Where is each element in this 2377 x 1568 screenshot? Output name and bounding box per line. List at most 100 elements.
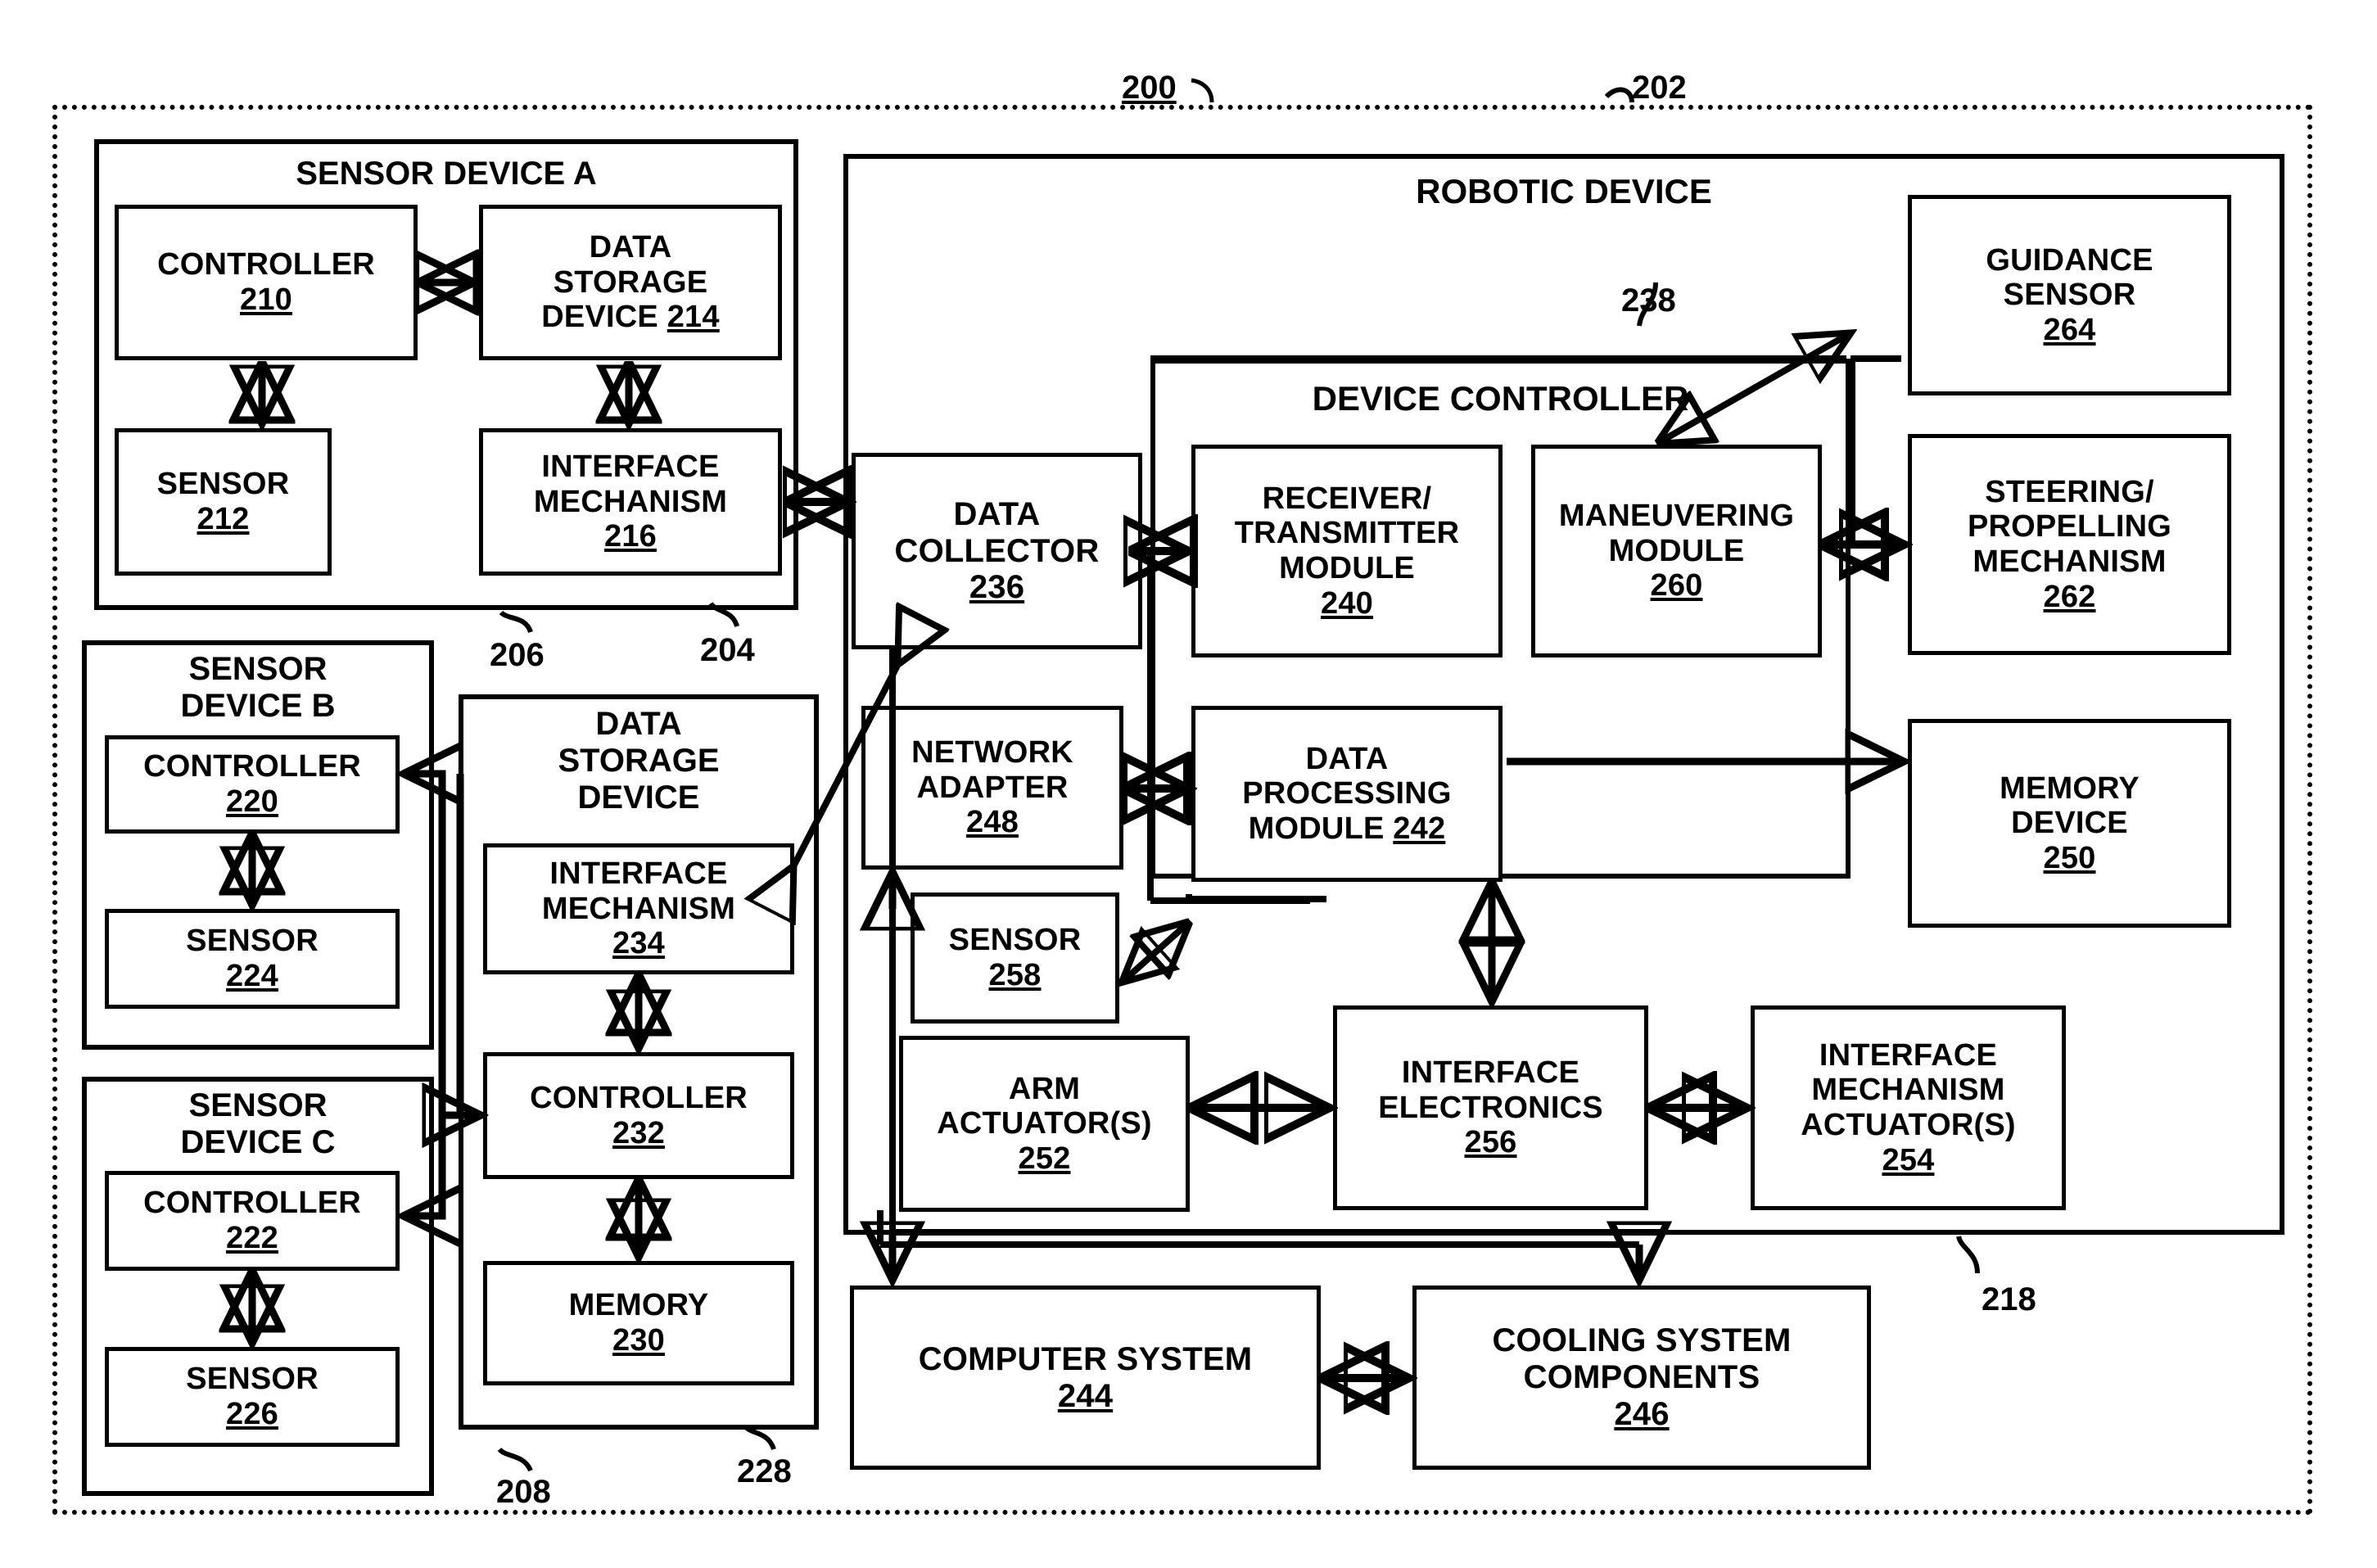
controller-222-label: CONTROLLER: [143, 1186, 361, 1221]
data-storage-device-title-line1: DATA: [595, 706, 682, 742]
maneuvering-260-line2: MODULE: [1608, 533, 1745, 568]
sensor-device-c-title-line1: SENSOR: [188, 1087, 328, 1123]
interface-mechanism-234-line1: INTERFACE: [549, 856, 728, 892]
maneuvering-260-line1: MANEUVERING: [1558, 499, 1795, 534]
dpm-242-line3: MODULE: [1248, 811, 1385, 846]
receiver-transmitter-module-240-box[interactable]: RECEIVER/ TRANSMITTER MODULE 240: [1191, 445, 1503, 657]
rx-tx-240-line3: MODULE: [1279, 551, 1415, 585]
interface-mechanism-216-box[interactable]: INTERFACE MECHANISM 216: [479, 428, 782, 576]
memory-230-label: MEMORY: [568, 1288, 709, 1323]
controller-220-ref: 220: [225, 784, 278, 819]
sensor-212-ref: 212: [197, 502, 250, 536]
arm-actuators-252-line1: ARM: [1008, 1071, 1081, 1106]
ref-218: 218: [1982, 1281, 2036, 1317]
memory-device-250-box[interactable]: MEMORY DEVICE 250: [1908, 719, 2231, 928]
sensor-224-label: SENSOR: [186, 924, 319, 959]
memory-device-250-line1: MEMORY: [2000, 770, 2140, 806]
ima-254-line3: ACTUATOR(S): [1801, 1108, 2016, 1142]
network-adapter-248-line1: NETWORK: [911, 735, 1073, 770]
dpm-242-line1: DATA: [1305, 741, 1389, 776]
computer-system-244-label: COMPUTER SYSTEM: [918, 1340, 1253, 1377]
arm-actuators-252-line2: ACTUATOR(S): [937, 1106, 1152, 1141]
sensor-258-box[interactable]: SENSOR 258: [911, 892, 1119, 1023]
guidance-sensor-264-line2: SENSOR: [2003, 278, 2136, 313]
arm-actuators-252-box[interactable]: ARM ACTUATOR(S) 252: [899, 1036, 1190, 1212]
ref-206: 206: [490, 637, 545, 673]
cooling-246-ref: 246: [1614, 1395, 1670, 1432]
data-collector-236-line1: DATA: [953, 495, 1041, 532]
interface-mechanism-234-ref: 234: [612, 926, 665, 961]
ref-208: 208: [496, 1474, 551, 1510]
controller-210-label: CONTROLLER: [157, 247, 375, 282]
data-storage-214-ref: 214: [667, 300, 720, 335]
controller-210-box[interactable]: CONTROLLER 210: [115, 205, 418, 360]
guidance-sensor-264-line1: GUIDANCE: [1986, 242, 2153, 278]
sensor-224-box[interactable]: SENSOR 224: [105, 909, 400, 1009]
sensor-device-a-title: SENSOR DEVICE A: [296, 156, 597, 192]
spm-262-line2: PROPELLING: [1967, 509, 2172, 545]
cooling-system-components-246-box[interactable]: COOLING SYSTEM COMPONENTS 246: [1412, 1286, 1871, 1470]
data-processing-module-242-box[interactable]: DATA PROCESSING MODULE 242: [1191, 706, 1503, 882]
spm-262-line3: MECHANISM: [1973, 545, 2167, 579]
controller-210-ref: 210: [239, 282, 292, 317]
interface-electronics-256-box[interactable]: INTERFACE ELECTRONICS 256: [1333, 1005, 1648, 1210]
rx-tx-240-line1: RECEIVER/: [1262, 481, 1432, 516]
interface-electronics-256-ref: 256: [1464, 1125, 1517, 1160]
steering-propelling-mechanism-262-box[interactable]: STEERING/ PROPELLING MECHANISM 262: [1908, 434, 2231, 655]
data-storage-device-title-line2: STORAGE: [558, 743, 720, 779]
ref-202: 202: [1632, 70, 1687, 106]
interface-mechanism-234-box[interactable]: INTERFACE MECHANISM 234: [483, 843, 794, 974]
memory-230-box[interactable]: MEMORY 230: [483, 1261, 794, 1385]
controller-220-label: CONTROLLER: [143, 749, 361, 784]
sensor-226-box[interactable]: SENSOR 226: [105, 1347, 400, 1447]
maneuvering-260-ref: 260: [1650, 568, 1703, 603]
interface-mechanism-216-line2: MECHANISM: [533, 484, 728, 519]
rx-tx-240-ref: 240: [1320, 585, 1373, 621]
sensor-226-ref: 226: [225, 1397, 278, 1431]
memory-device-250-ref: 250: [2043, 840, 2096, 875]
cooling-246-line2: COMPONENTS: [1523, 1359, 1760, 1396]
computer-system-244-ref: 244: [1057, 1377, 1114, 1414]
ref-228: 228: [737, 1453, 792, 1489]
interface-mechanism-actuators-254-box[interactable]: INTERFACE MECHANISM ACTUATOR(S) 254: [1751, 1005, 2066, 1210]
interface-mechanism-234-line2: MECHANISM: [541, 891, 736, 926]
data-collector-236-box[interactable]: DATA COLLECTOR 236: [852, 453, 1142, 649]
controller-232-label: CONTROLLER: [530, 1080, 748, 1115]
data-storage-device-214-box[interactable]: DATA STORAGE DEVICE 214: [479, 205, 782, 360]
data-collector-236-ref: 236: [969, 569, 1025, 606]
network-adapter-248-box[interactable]: NETWORK ADAPTER 248: [861, 706, 1123, 870]
data-collector-236-line2: COLLECTOR: [894, 532, 1100, 569]
interface-electronics-256-line1: INTERFACE: [1401, 1055, 1580, 1091]
sensor-224-ref: 224: [225, 959, 278, 993]
guidance-sensor-264-box[interactable]: GUIDANCE SENSOR 264: [1908, 195, 2231, 395]
ima-254-line1: INTERFACE: [1819, 1037, 1998, 1073]
device-controller-title: DEVICE CONTROLLER: [1312, 379, 1689, 418]
controller-232-box[interactable]: CONTROLLER 232: [483, 1052, 794, 1179]
arm-actuators-252-ref: 252: [1018, 1141, 1071, 1176]
ref-200: 200: [1122, 70, 1177, 106]
network-adapter-248-ref: 248: [965, 805, 1019, 840]
rx-tx-240-line2: TRANSMITTER: [1234, 516, 1460, 551]
sensor-258-ref: 258: [988, 958, 1042, 992]
sensor-212-box[interactable]: SENSOR 212: [115, 428, 332, 576]
interface-electronics-256-line2: ELECTRONICS: [1378, 1090, 1603, 1125]
maneuvering-module-260-box[interactable]: MANEUVERING MODULE 260: [1531, 445, 1822, 657]
sensor-device-b-title-line2: DEVICE B: [180, 688, 336, 724]
ima-254-ref: 254: [1882, 1142, 1935, 1177]
memory-device-250-line2: DEVICE: [2011, 806, 2128, 841]
data-storage-214-line2: STORAGE: [553, 264, 708, 300]
dpm-242-ref: 242: [1393, 811, 1446, 846]
controller-222-ref: 222: [225, 1221, 278, 1255]
sensor-device-b-title-line1: SENSOR: [188, 651, 328, 687]
dpm-242-line2: PROCESSING: [1242, 776, 1452, 811]
patent-figure-canvas: 200 202 SENSOR DEVICE A CONTROLLER 210 D…: [0, 0, 2377, 1568]
interface-mechanism-216-ref: 216: [603, 519, 657, 554]
sensor-device-c-title-line2: DEVICE C: [180, 1124, 336, 1160]
computer-system-244-box[interactable]: COMPUTER SYSTEM 244: [850, 1286, 1321, 1470]
controller-222-box[interactable]: CONTROLLER 222: [105, 1171, 400, 1271]
sensor-212-label: SENSOR: [156, 467, 290, 502]
controller-220-box[interactable]: CONTROLLER 220: [105, 735, 400, 834]
cooling-246-line1: COOLING SYSTEM: [1492, 1322, 1792, 1359]
data-storage-device-title-line3: DEVICE: [577, 779, 700, 816]
spm-262-line1: STEERING/: [1985, 474, 2154, 509]
